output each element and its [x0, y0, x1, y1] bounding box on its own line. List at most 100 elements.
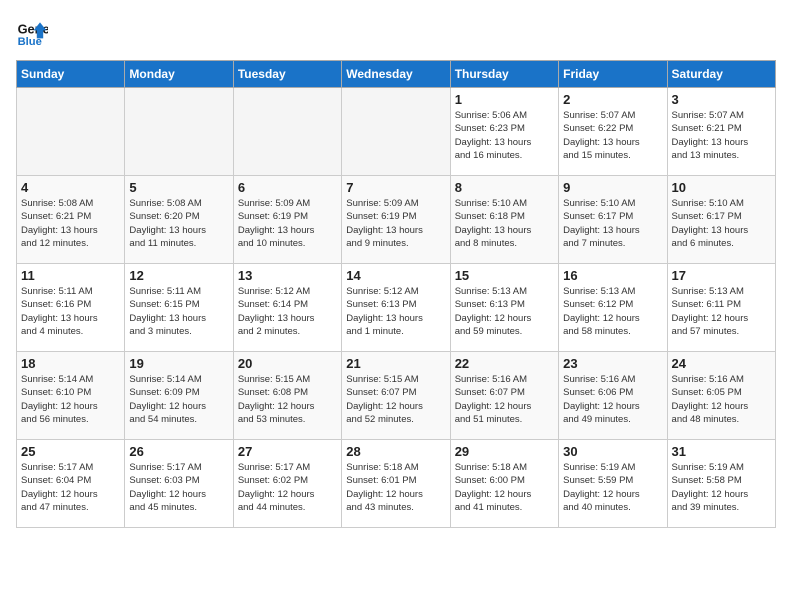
- calendar-table: SundayMondayTuesdayWednesdayThursdayFrid…: [16, 60, 776, 528]
- day-info: Sunrise: 5:17 AMSunset: 6:03 PMDaylight:…: [129, 461, 228, 514]
- day-number: 16: [563, 268, 662, 283]
- calendar-day-cell: 2 Sunrise: 5:07 AMSunset: 6:22 PMDaylight…: [559, 88, 667, 176]
- day-info: Sunrise: 5:12 AMSunset: 6:13 PMDaylight:…: [346, 285, 445, 338]
- calendar-week-row: 25 Sunrise: 5:17 AMSunset: 6:04 PMDayligh…: [17, 440, 776, 528]
- calendar-day-cell: 12 Sunrise: 5:11 AMSunset: 6:15 PMDayligh…: [125, 264, 233, 352]
- calendar-day-cell: 14 Sunrise: 5:12 AMSunset: 6:13 PMDayligh…: [342, 264, 450, 352]
- calendar-day-cell: 29Sunrise: 5:18 AMSunset: 6:00 PMDayligh…: [450, 440, 558, 528]
- calendar-day-cell: 13 Sunrise: 5:12 AMSunset: 6:14 PMDayligh…: [233, 264, 341, 352]
- day-number: 28: [346, 444, 445, 459]
- day-info: Sunrise: 5:06 AMSunset: 6:23 PMDaylight:…: [455, 109, 554, 162]
- calendar-day-cell: 30Sunrise: 5:19 AMSunset: 5:59 PMDayligh…: [559, 440, 667, 528]
- calendar-day-cell: [342, 88, 450, 176]
- calendar-body: 1 Sunrise: 5:06 AMSunset: 6:23 PMDaylight…: [17, 88, 776, 528]
- day-number: 6: [238, 180, 337, 195]
- page-header: General Blue: [16, 16, 776, 48]
- calendar-week-row: 4 Sunrise: 5:08 AMSunset: 6:21 PMDaylight…: [17, 176, 776, 264]
- day-info: Sunrise: 5:07 AMSunset: 6:22 PMDaylight:…: [563, 109, 662, 162]
- calendar-day-cell: 23Sunrise: 5:16 AMSunset: 6:06 PMDayligh…: [559, 352, 667, 440]
- calendar-day-cell: [17, 88, 125, 176]
- day-info: Sunrise: 5:13 AMSunset: 6:13 PMDaylight:…: [455, 285, 554, 338]
- day-info: Sunrise: 5:12 AMSunset: 6:14 PMDaylight:…: [238, 285, 337, 338]
- calendar-day-cell: 26 Sunrise: 5:17 AMSunset: 6:03 PMDayligh…: [125, 440, 233, 528]
- day-info: Sunrise: 5:15 AMSunset: 6:08 PMDaylight:…: [238, 373, 337, 426]
- day-info: Sunrise: 5:14 AMSunset: 6:09 PMDaylight:…: [129, 373, 228, 426]
- calendar-day-cell: 3 Sunrise: 5:07 AMSunset: 6:21 PMDaylight…: [667, 88, 775, 176]
- day-info: Sunrise: 5:17 AMSunset: 6:02 PMDaylight:…: [238, 461, 337, 514]
- calendar-day-cell: 20 Sunrise: 5:15 AMSunset: 6:08 PMDayligh…: [233, 352, 341, 440]
- day-number: 14: [346, 268, 445, 283]
- calendar-day-cell: [125, 88, 233, 176]
- day-number: 10: [672, 180, 771, 195]
- day-info: Sunrise: 5:08 AMSunset: 6:21 PMDaylight:…: [21, 197, 120, 250]
- day-number: 12: [129, 268, 228, 283]
- calendar-day-cell: 19Sunrise: 5:14 AMSunset: 6:09 PMDayligh…: [125, 352, 233, 440]
- weekday-header-cell: Monday: [125, 61, 233, 88]
- day-number: 7: [346, 180, 445, 195]
- day-info: Sunrise: 5:11 AMSunset: 6:15 PMDaylight:…: [129, 285, 228, 338]
- day-info: Sunrise: 5:13 AMSunset: 6:11 PMDaylight:…: [672, 285, 771, 338]
- calendar-day-cell: 22 Sunrise: 5:16 AMSunset: 6:07 PMDayligh…: [450, 352, 558, 440]
- calendar-day-cell: 24 Sunrise: 5:16 AMSunset: 6:05 PMDayligh…: [667, 352, 775, 440]
- day-number: 13: [238, 268, 337, 283]
- day-info: Sunrise: 5:08 AMSunset: 6:20 PMDaylight:…: [129, 197, 228, 250]
- calendar-day-cell: 16 Sunrise: 5:13 AMSunset: 6:12 PMDayligh…: [559, 264, 667, 352]
- day-number: 26: [129, 444, 228, 459]
- day-number: 3: [672, 92, 771, 107]
- day-number: 20: [238, 356, 337, 371]
- calendar-day-cell: 11 Sunrise: 5:11 AMSunset: 6:16 PMDayligh…: [17, 264, 125, 352]
- weekday-header-cell: Friday: [559, 61, 667, 88]
- calendar-day-cell: 15 Sunrise: 5:13 AMSunset: 6:13 PMDayligh…: [450, 264, 558, 352]
- day-info: Sunrise: 5:13 AMSunset: 6:12 PMDaylight:…: [563, 285, 662, 338]
- logo-icon: General Blue: [16, 16, 48, 48]
- calendar-day-cell: 28 Sunrise: 5:18 AMSunset: 6:01 PMDayligh…: [342, 440, 450, 528]
- day-info: Sunrise: 5:10 AMSunset: 6:17 PMDaylight:…: [563, 197, 662, 250]
- day-number: 27: [238, 444, 337, 459]
- day-number: 21: [346, 356, 445, 371]
- day-number: 30: [563, 444, 662, 459]
- calendar-day-cell: 25 Sunrise: 5:17 AMSunset: 6:04 PMDayligh…: [17, 440, 125, 528]
- logo: General Blue: [16, 16, 48, 48]
- calendar-day-cell: 18 Sunrise: 5:14 AMSunset: 6:10 PMDayligh…: [17, 352, 125, 440]
- day-number: 23: [563, 356, 662, 371]
- day-info: Sunrise: 5:14 AMSunset: 6:10 PMDaylight:…: [21, 373, 120, 426]
- calendar-day-cell: 1 Sunrise: 5:06 AMSunset: 6:23 PMDaylight…: [450, 88, 558, 176]
- calendar-day-cell: 17 Sunrise: 5:13 AMSunset: 6:11 PMDayligh…: [667, 264, 775, 352]
- day-number: 17: [672, 268, 771, 283]
- calendar-day-cell: [233, 88, 341, 176]
- calendar-day-cell: 4 Sunrise: 5:08 AMSunset: 6:21 PMDaylight…: [17, 176, 125, 264]
- day-number: 29: [455, 444, 554, 459]
- day-info: Sunrise: 5:10 AMSunset: 6:18 PMDaylight:…: [455, 197, 554, 250]
- day-number: 8: [455, 180, 554, 195]
- day-info: Sunrise: 5:15 AMSunset: 6:07 PMDaylight:…: [346, 373, 445, 426]
- day-number: 24: [672, 356, 771, 371]
- calendar-day-cell: 31Sunrise: 5:19 AMSunset: 5:58 PMDayligh…: [667, 440, 775, 528]
- day-info: Sunrise: 5:16 AMSunset: 6:05 PMDaylight:…: [672, 373, 771, 426]
- day-number: 11: [21, 268, 120, 283]
- calendar-day-cell: 5 Sunrise: 5:08 AMSunset: 6:20 PMDaylight…: [125, 176, 233, 264]
- day-info: Sunrise: 5:10 AMSunset: 6:17 PMDaylight:…: [672, 197, 771, 250]
- calendar-day-cell: 9 Sunrise: 5:10 AMSunset: 6:17 PMDaylight…: [559, 176, 667, 264]
- weekday-header-cell: Saturday: [667, 61, 775, 88]
- day-number: 25: [21, 444, 120, 459]
- day-number: 22: [455, 356, 554, 371]
- calendar-week-row: 18 Sunrise: 5:14 AMSunset: 6:10 PMDayligh…: [17, 352, 776, 440]
- calendar-week-row: 11 Sunrise: 5:11 AMSunset: 6:16 PMDayligh…: [17, 264, 776, 352]
- day-number: 9: [563, 180, 662, 195]
- weekday-header-row: SundayMondayTuesdayWednesdayThursdayFrid…: [17, 61, 776, 88]
- day-info: Sunrise: 5:09 AMSunset: 6:19 PMDaylight:…: [346, 197, 445, 250]
- weekday-header-cell: Thursday: [450, 61, 558, 88]
- day-number: 1: [455, 92, 554, 107]
- calendar-day-cell: 27 Sunrise: 5:17 AMSunset: 6:02 PMDayligh…: [233, 440, 341, 528]
- day-number: 4: [21, 180, 120, 195]
- day-info: Sunrise: 5:18 AMSunset: 6:01 PMDaylight:…: [346, 461, 445, 514]
- day-info: Sunrise: 5:07 AMSunset: 6:21 PMDaylight:…: [672, 109, 771, 162]
- day-number: 31: [672, 444, 771, 459]
- day-number: 18: [21, 356, 120, 371]
- day-number: 15: [455, 268, 554, 283]
- day-number: 5: [129, 180, 228, 195]
- day-info: Sunrise: 5:11 AMSunset: 6:16 PMDaylight:…: [21, 285, 120, 338]
- day-number: 2: [563, 92, 662, 107]
- day-info: Sunrise: 5:17 AMSunset: 6:04 PMDaylight:…: [21, 461, 120, 514]
- day-info: Sunrise: 5:16 AMSunset: 6:07 PMDaylight:…: [455, 373, 554, 426]
